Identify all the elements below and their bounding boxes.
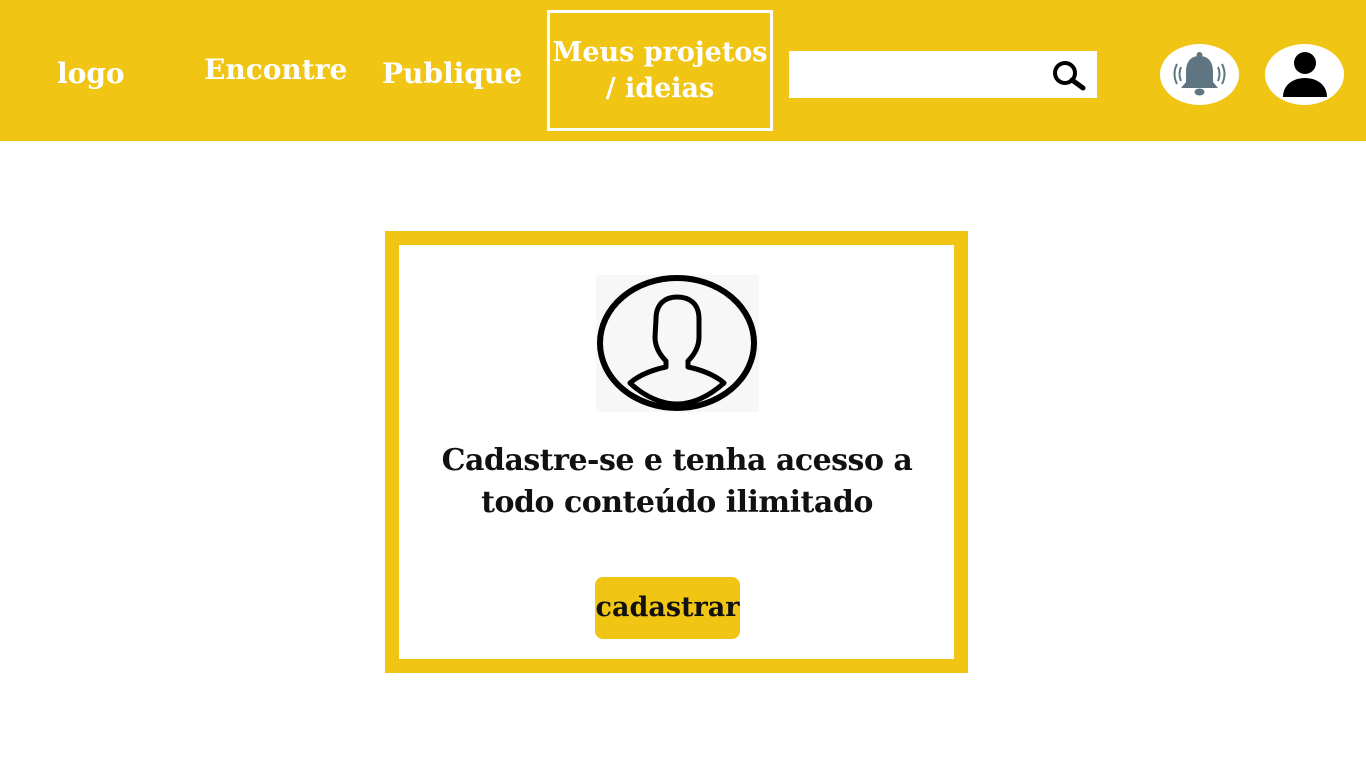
nav-meus-projetos-line2: / ideias — [605, 72, 715, 104]
nav-encontre[interactable]: Encontre — [204, 53, 347, 86]
nav-meus-projetos-label: Meus projetos / ideias — [552, 35, 767, 107]
search-bar — [789, 51, 1097, 98]
profile-button[interactable] — [1265, 44, 1344, 105]
nav-meus-projetos[interactable]: Meus projetos / ideias — [547, 10, 773, 131]
headline-line2: todo conteúdo ilimitado — [481, 485, 873, 520]
search-icon[interactable] — [1047, 59, 1091, 91]
cadastrar-button[interactable]: cadastrar — [595, 577, 740, 639]
signup-headline: Cadastre-se e tenha acesso a todo conteú… — [400, 440, 954, 524]
nav-publique[interactable]: Publique — [382, 57, 522, 90]
top-header: logo Encontre Publique Meus projetos / i… — [0, 0, 1366, 141]
logo[interactable]: logo — [57, 57, 125, 90]
notifications-button[interactable] — [1160, 44, 1239, 105]
search-input[interactable] — [789, 51, 1039, 98]
nav-meus-projetos-line1: Meus projetos — [552, 36, 768, 68]
user-icon — [1283, 52, 1327, 97]
avatar-placeholder — [596, 275, 759, 412]
headline-line1: Cadastre-se e tenha acesso a — [441, 443, 913, 478]
user-profile-icon — [597, 275, 757, 411]
bell-icon — [1173, 52, 1226, 96]
